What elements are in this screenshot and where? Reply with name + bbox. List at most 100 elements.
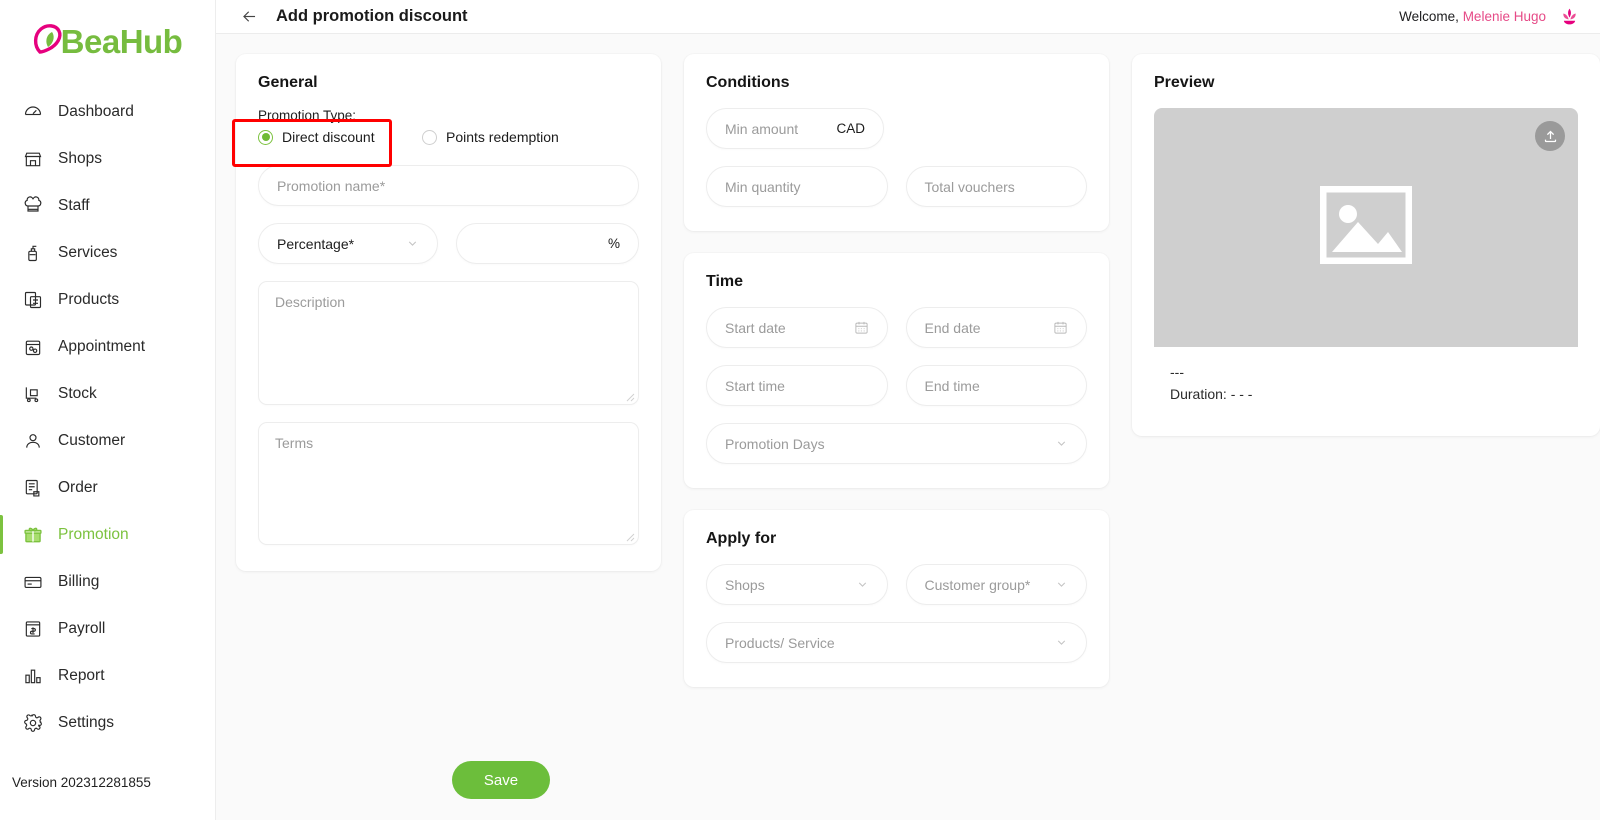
sidebar-item-appointment[interactable]: Appointment <box>0 323 215 370</box>
end-time-input[interactable]: End time <box>905 365 1087 406</box>
general-title: General <box>258 74 318 91</box>
image-placeholder-icon <box>1319 185 1413 269</box>
topbar-right: Welcome, Melenie Hugo <box>1399 6 1580 28</box>
sidebar-item-shops[interactable]: Shops <box>0 135 215 182</box>
min-quantity-input[interactable]: Min quantity <box>706 166 888 207</box>
sidebar-item-label: Shops <box>58 149 102 167</box>
sidebar-item-label: Stock <box>58 384 97 402</box>
appointment-icon <box>22 336 44 358</box>
discount-type-value: Percentage* <box>277 235 355 252</box>
preview-name: --- <box>1170 364 1184 380</box>
sidebar-item-label: Products <box>58 290 120 308</box>
column-preview: Preview --- Duration: - - - <box>1132 54 1600 436</box>
columns: General Promotion Type: Direct discount … <box>216 54 1600 687</box>
start-time-input[interactable]: Start time <box>706 365 888 406</box>
sidebar-item-billing[interactable]: Billing <box>0 558 215 605</box>
chevron-down-icon <box>856 578 869 591</box>
arrow-left-icon[interactable] <box>238 6 260 28</box>
total-vouchers-placeholder: Total vouchers <box>924 178 1015 195</box>
main-area: Add promotion discount Welcome, Melenie … <box>216 0 1600 820</box>
report-icon <box>22 665 44 687</box>
sidebar-item-payroll[interactable]: Payroll <box>0 605 215 652</box>
lotus-flower-icon[interactable] <box>1558 6 1580 28</box>
radio-dot-icon <box>422 129 437 145</box>
sidebar-item-customer[interactable]: Customer <box>0 417 215 464</box>
total-vouchers-input[interactable]: Total vouchers <box>905 166 1087 207</box>
app-logo[interactable]: BeaHub <box>0 0 215 76</box>
sidebar-item-stock[interactable]: Stock <box>0 370 215 417</box>
resize-handle-icon[interactable] <box>623 389 635 402</box>
customer-group-placeholder: Customer group* <box>924 576 1031 593</box>
start-time-placeholder: Start time <box>725 377 785 394</box>
preview-duration: Duration: - - - <box>1170 386 1253 403</box>
sidebar-item-staff[interactable]: Staff <box>0 182 215 229</box>
promotion-days-select[interactable]: Promotion Days <box>706 423 1087 464</box>
description-placeholder: Description <box>275 294 346 310</box>
sidebar-nav: Dashboard Shops Staff Services Products … <box>0 76 215 775</box>
sidebar-item-products[interactable]: Products <box>0 276 215 323</box>
apply-for-card: Apply for Shops Customer group* Products… <box>684 510 1109 687</box>
promotion-name-placeholder: Promotion name* <box>277 177 386 194</box>
gear-icon <box>22 712 44 734</box>
terms-placeholder: Terms <box>275 435 314 451</box>
min-amount-input[interactable]: Min amount CAD <box>706 108 884 149</box>
stock-icon <box>22 383 44 405</box>
calendar-icon[interactable] <box>854 320 869 335</box>
promotion-name-input[interactable]: Promotion name* <box>258 165 639 206</box>
chevron-down-icon <box>1055 437 1068 450</box>
app-version: Version 202312281855 <box>12 775 151 790</box>
sidebar-item-label: Billing <box>58 572 100 590</box>
column-general: General Promotion Type: Direct discount … <box>236 54 661 571</box>
customer-group-select[interactable]: Customer group* <box>905 564 1087 605</box>
end-date-input[interactable]: End date <box>905 307 1087 348</box>
discount-type-select[interactable]: Percentage* <box>258 223 438 264</box>
shop-icon <box>22 148 44 170</box>
discount-value-input[interactable]: % <box>456 223 639 264</box>
preview-title: Preview <box>1154 74 1215 91</box>
column-conditions: Conditions Min amount CAD Min quantity T… <box>684 54 1109 687</box>
sidebar: BeaHub Dashboard Shops Staff Services Pr… <box>0 0 216 820</box>
sidebar-item-label: Services <box>58 243 118 261</box>
chevron-down-icon <box>1055 636 1068 649</box>
shops-select[interactable]: Shops <box>706 564 888 605</box>
welcome-prefix: Welcome, <box>1399 9 1459 24</box>
products-icon <box>22 289 44 311</box>
services-icon <box>22 242 44 264</box>
direct-discount-radio[interactable]: Direct discount <box>258 129 408 145</box>
preview-card: Preview --- Duration: - - - <box>1132 54 1600 436</box>
preview-image-area[interactable] <box>1154 108 1578 347</box>
date-row: Start date End date <box>706 307 1087 348</box>
sidebar-item-report[interactable]: Report <box>0 652 215 699</box>
logo-text: BeaHub <box>60 22 183 60</box>
products-service-select[interactable]: Products/ Service <box>706 622 1087 663</box>
start-date-placeholder: Start date <box>725 319 786 336</box>
discount-row: Percentage* % <box>258 223 639 264</box>
welcome-text: Welcome, Melenie Hugo <box>1399 9 1546 24</box>
upload-image-button[interactable] <box>1535 121 1565 151</box>
direct-discount-label: Direct discount <box>282 129 375 145</box>
payroll-icon <box>22 618 44 640</box>
conditions-row-2: Min quantity Total vouchers <box>706 166 1087 207</box>
sidebar-item-order[interactable]: Order <box>0 464 215 511</box>
points-redemption-radio[interactable]: Points redemption <box>422 129 559 145</box>
terms-textarea[interactable]: Terms <box>258 422 639 545</box>
start-date-input[interactable]: Start date <box>706 307 888 348</box>
resize-handle-icon[interactable] <box>623 529 635 542</box>
sidebar-item-settings[interactable]: Settings <box>0 699 215 746</box>
sidebar-item-services[interactable]: Services <box>0 229 215 276</box>
end-time-placeholder: End time <box>924 377 980 394</box>
save-button[interactable]: Save <box>452 761 550 799</box>
sidebar-item-promotion[interactable]: Promotion <box>0 511 215 558</box>
description-textarea[interactable]: Description <box>258 281 639 405</box>
promotion-type-radio-group: Direct discount Points redemption <box>258 129 639 145</box>
order-icon <box>22 477 44 499</box>
sidebar-item-dashboard[interactable]: Dashboard <box>0 88 215 135</box>
sidebar-item-label: Order <box>58 478 98 496</box>
conditions-card: Conditions Min amount CAD Min quantity T… <box>684 54 1109 231</box>
topbar: Add promotion discount Welcome, Melenie … <box>216 0 1600 34</box>
time-row: Start time End time <box>706 365 1087 406</box>
sidebar-item-label: Staff <box>58 196 90 214</box>
apply-row-1: Shops Customer group* <box>706 564 1087 605</box>
products-service-placeholder: Products/ Service <box>725 634 835 651</box>
calendar-icon[interactable] <box>1053 320 1068 335</box>
